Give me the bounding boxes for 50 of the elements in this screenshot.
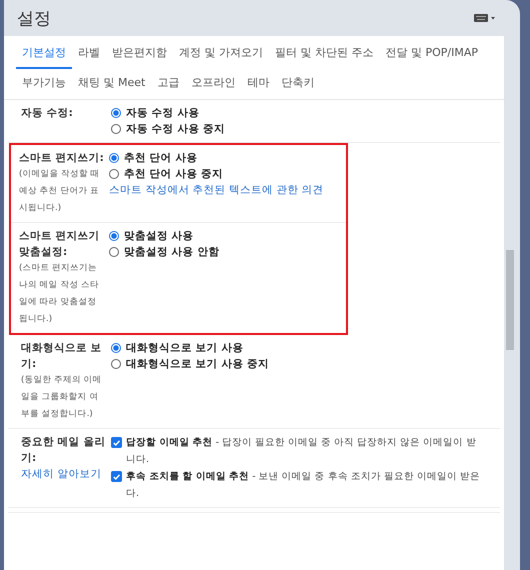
feedback-link[interactable]: 스마트 작성에서 추천된 텍스트에 관한 의견 (109, 182, 324, 198)
settings-tab[interactable]: 기본설정 (16, 36, 72, 69)
option-label: 맞춤설정 사용 (124, 229, 194, 243)
option-label: 대화형식으로 보기 사용 중지 (126, 357, 269, 371)
settings-tab[interactable]: 단축키 (275, 69, 320, 99)
option-label: 자동 수정 사용 중지 (126, 122, 225, 136)
setting-label: 스마트 편지쓰기 맞춤설정: (19, 229, 101, 260)
option-description: 다. (126, 487, 140, 501)
settings-tab[interactable]: 전달 및 POP/IMAP (380, 36, 484, 69)
setting-label: 스마트 편지쓰기: (19, 151, 105, 166)
setting-label: 자동 수정: (21, 106, 74, 121)
page-title: 설정 (17, 8, 51, 30)
option-label: 자동 수정 사용 (126, 106, 200, 120)
option-label: 추천 단어 사용 중지 (124, 167, 223, 181)
settings-tab[interactable]: 계정 및 가져오기 (173, 36, 269, 69)
radio-button[interactable] (109, 169, 119, 179)
radio-button[interactable] (111, 343, 121, 353)
checkbox[interactable] (111, 471, 122, 482)
option-label: 맞춤설정 사용 안함 (124, 245, 220, 259)
keyboard-icon (474, 13, 496, 23)
check-icon (112, 472, 121, 482)
radio-button[interactable] (109, 247, 119, 257)
settings-tab[interactable]: 채팅 및 Meet (72, 69, 152, 99)
learn-more-link[interactable]: 자세히 알아보기 (21, 466, 107, 482)
input-tools-button[interactable] (472, 11, 498, 25)
scrollbar-thumb[interactable] (506, 250, 514, 350)
setting-label: 대화형식으로 보기: (21, 341, 103, 372)
setting-description: (동일한 주제의 이메일을 그룹화할지 여부를 설정합니다.) (21, 374, 103, 421)
setting-description: (이메일을 작성할 때 예상 추천 단어가 표시됩니다.) (19, 168, 101, 215)
setting-label: 중요한 메일 올리기: (21, 435, 106, 466)
settings-tab[interactable]: 라벨 (72, 36, 106, 69)
setting-description: (스마트 편지쓰기는 나의 메일 작성 스타일에 따라 맞춤설정됩니다.) (19, 262, 100, 326)
option-label: 추천 단어 사용 (124, 151, 198, 165)
settings-tab[interactable]: 부가기능 (16, 69, 72, 99)
settings-tab[interactable]: 오프라인 (185, 69, 242, 99)
settings-tab[interactable]: 필터 및 차단된 주소 (269, 36, 380, 69)
radio-button[interactable] (111, 359, 121, 369)
option-description: 니다. (126, 453, 150, 467)
option-description: 답장할 이메일 추천 - 답장이 필요한 이메일 중 아직 답장하지 않은 이메일이 받 (126, 436, 476, 450)
radio-button[interactable] (111, 124, 121, 134)
settings-tab[interactable]: 테마 (241, 69, 276, 99)
settings-tab[interactable]: 고급 (151, 69, 186, 99)
radio-button[interactable] (109, 231, 119, 241)
option-label: 대화형식으로 보기 사용 (126, 341, 244, 355)
check-icon (112, 438, 121, 448)
option-description: 후속 조치를 할 이메일 추천 - 보낸 이메일 중 후속 조치가 필요한 이메일이 받은 (126, 470, 480, 484)
checkbox[interactable] (111, 437, 122, 448)
settings-tab[interactable]: 받은편지함 (106, 36, 173, 69)
radio-button[interactable] (111, 108, 121, 118)
radio-button[interactable] (109, 153, 119, 163)
